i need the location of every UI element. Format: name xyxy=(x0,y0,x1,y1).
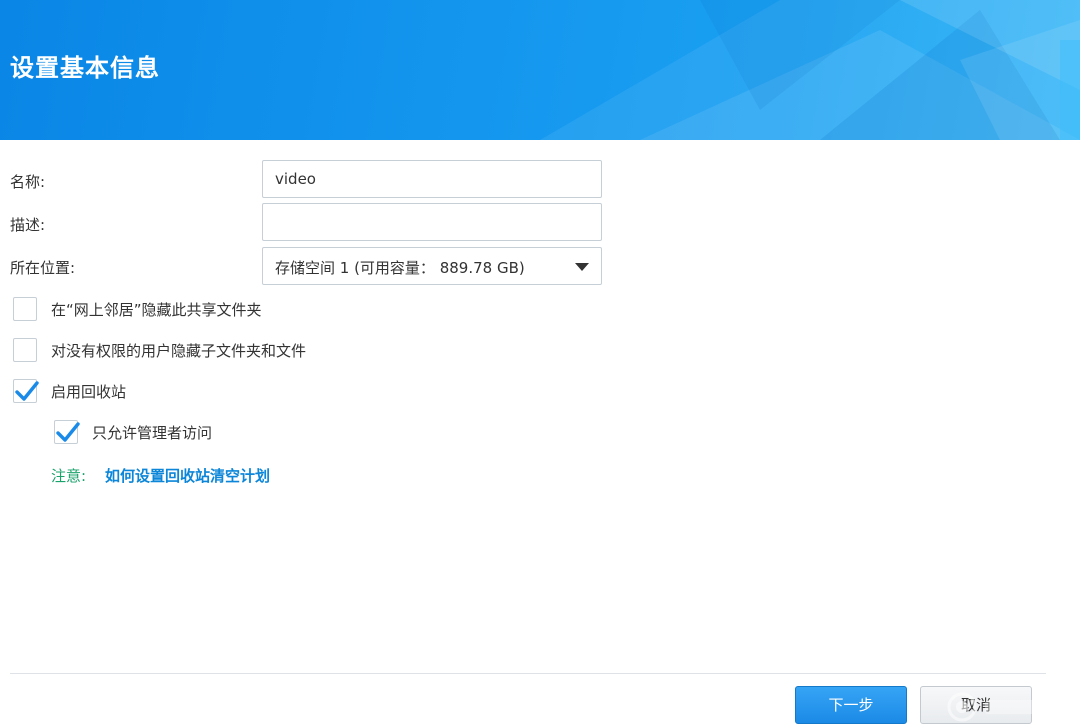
recycle-bin-schedule-link[interactable]: 如何设置回收站清空计划 xyxy=(105,465,270,486)
check-icon xyxy=(15,381,39,401)
location-select[interactable]: 存储空间 1 (可用容量： 889.78 GB) xyxy=(262,247,602,285)
location-label: 所在位置: xyxy=(10,259,76,277)
option-label: 在“网上邻居”隐藏此共享文件夹 xyxy=(51,301,262,319)
wizard-header: 设置基本信息 xyxy=(0,0,1080,140)
shared-folder-wizard: 设置基本信息 名称: video 描述: 所在位置: 存储空间 1 (可用容量：… xyxy=(0,0,1080,728)
name-input-value: video xyxy=(275,170,316,188)
option-label: 启用回收站 xyxy=(51,383,127,401)
option-label: 对没有权限的用户隐藏子文件夹和文件 xyxy=(51,342,307,360)
note-label: 注意: xyxy=(51,467,87,485)
cancel-button[interactable]: 取消 xyxy=(920,686,1032,724)
next-button[interactable]: 下一步 xyxy=(795,686,907,724)
checkbox-enable-recycle-bin[interactable] xyxy=(13,379,39,403)
name-input[interactable]: video xyxy=(262,160,602,198)
checkbox-hide-subfolders[interactable] xyxy=(13,338,37,362)
checkbox-admin-only[interactable] xyxy=(54,420,80,444)
option-label: 只允许管理者访问 xyxy=(92,424,213,442)
footer-divider xyxy=(10,673,1046,674)
description-input[interactable] xyxy=(262,203,602,241)
page-title: 设置基本信息 xyxy=(10,54,160,82)
description-label: 描述: xyxy=(10,216,46,234)
name-label: 名称: xyxy=(10,173,46,191)
caret-down-icon[interactable] xyxy=(575,263,589,271)
check-icon xyxy=(56,422,80,442)
right-edge-strip xyxy=(1060,140,1080,728)
checkbox-hide-in-network[interactable] xyxy=(13,297,37,321)
location-select-value: 存储空间 1 (可用容量： 889.78 GB) xyxy=(275,259,525,277)
header-background-pattern xyxy=(540,0,1080,140)
